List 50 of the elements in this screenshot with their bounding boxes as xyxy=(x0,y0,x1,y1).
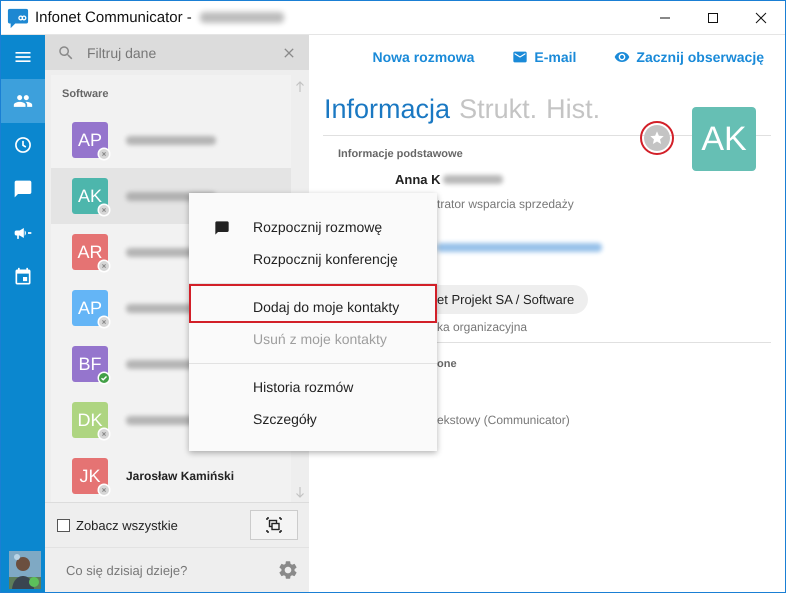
contact-name: Anna K xyxy=(395,172,440,186)
layout-button[interactable] xyxy=(250,510,298,540)
star-icon xyxy=(649,130,665,146)
avatar: JK xyxy=(72,458,108,494)
avatar: AP xyxy=(72,290,108,326)
avatar: AK xyxy=(692,107,756,171)
job-title: trator wsparcia sprzedaży xyxy=(437,197,574,211)
windows-icon xyxy=(266,517,282,533)
nav-tab[interactable] xyxy=(1,79,45,123)
section-title: Informacje podstawowe xyxy=(338,148,463,160)
status-field[interactable]: Co się dzisiaj dzieje? xyxy=(64,562,277,578)
contact-row[interactable]: JK Jarosław Kamiński xyxy=(51,448,291,502)
contact-row[interactable]: AP xyxy=(51,112,291,168)
avatar: AR xyxy=(72,234,108,270)
maximize-icon[interactable] xyxy=(707,12,719,24)
unit-chip[interactable]: et Projekt SA / Software xyxy=(437,285,588,314)
field-label: ka organizacyjna xyxy=(437,320,528,334)
menu-item: Usuń z moje kontakty xyxy=(252,330,388,349)
close-icon[interactable] xyxy=(755,12,767,24)
menu-item[interactable]: Szczegóły xyxy=(189,403,437,435)
action-link[interactable]: Nowa rozmowa xyxy=(372,49,474,65)
search-field[interactable]: Filtruj dane xyxy=(45,35,309,70)
checkbox[interactable] xyxy=(57,518,70,532)
menu-item[interactable]: Rozpocznij konferencję xyxy=(189,243,437,275)
avatar: AK xyxy=(72,178,108,214)
group-header: Software xyxy=(61,87,110,102)
avatar: AP xyxy=(72,122,108,158)
search-icon xyxy=(57,44,75,62)
app-logo-icon xyxy=(7,6,29,28)
avatar: BF xyxy=(72,346,108,382)
checkbox-label[interactable]: Zobacz wszystkie xyxy=(76,518,178,532)
window-title: Infonet Communicator - xyxy=(35,9,192,26)
avatar: DK xyxy=(72,402,108,438)
contact-name: Jarosław Kamiński xyxy=(126,469,234,483)
section-title: one xyxy=(437,358,457,370)
chat-bubble-icon[interactable] xyxy=(13,179,33,199)
action-link[interactable]: Zacznij obserwację xyxy=(614,49,764,65)
clock-icon[interactable] xyxy=(13,135,33,155)
tab[interactable]: Informacja xyxy=(324,94,450,124)
settings-icon[interactable] xyxy=(277,559,299,581)
menu-item[interactable]: Historia rozmów xyxy=(189,371,437,403)
field-value: ekstowy (Communicator) xyxy=(437,413,570,427)
envelope-icon xyxy=(512,49,528,65)
action-link[interactable]: E-mail xyxy=(512,49,576,65)
eye-icon xyxy=(614,49,630,65)
calendar-icon[interactable] xyxy=(13,267,33,287)
search-input[interactable]: Filtruj dane xyxy=(85,44,271,62)
chat-bubble-icon xyxy=(214,220,230,236)
blurred-name xyxy=(442,174,502,184)
menu-item[interactable]: Dodaj do moje kontakty xyxy=(189,284,437,323)
